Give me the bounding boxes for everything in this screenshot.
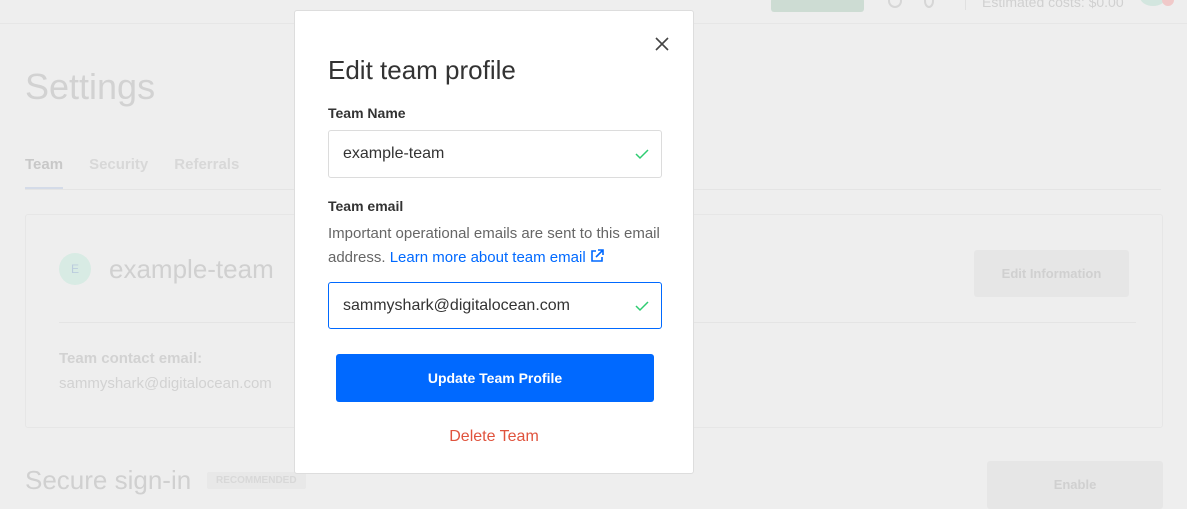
team-email-label: Team email [328,198,404,214]
estimated-costs: Estimated costs: $0.00 [982,0,1124,10]
tab-referrals[interactable]: Referrals [174,156,239,189]
create-button[interactable] [771,0,864,12]
team-name-label: Team Name [328,105,406,121]
team-email-input[interactable]: sammyshark@digitalocean.com [328,282,662,329]
divider [965,0,966,10]
team-name: example-team [109,254,274,284]
team-name-input[interactable]: example-team [328,130,662,178]
check-icon [635,149,649,160]
check-icon [635,301,649,312]
update-team-profile-button[interactable]: Update Team Profile [336,354,654,402]
team-avatar: E [59,253,91,285]
learn-more-link[interactable]: Learn more about team email [390,249,604,266]
contact-email-value: sammyshark@digitalocean.com [59,375,272,392]
tab-team[interactable]: Team [25,156,64,189]
help-icon[interactable] [888,0,902,8]
edit-team-profile-modal: Edit team profile Team Name example-team… [294,10,694,474]
settings-tabs: Team Security Referrals [25,156,239,189]
close-icon[interactable] [653,35,671,53]
modal-title: Edit team profile [328,55,516,85]
notification-icon[interactable] [924,0,934,8]
recommended-badge: RECOMMENDED [207,472,306,489]
team-email-value: sammyshark@digitalocean.com [343,297,570,314]
notification-dot [1162,0,1174,6]
team-name-value: example-team [343,145,445,162]
tab-security[interactable]: Security [89,156,148,189]
secure-signin-title: Secure sign-in [25,465,192,495]
team-email-help: Important operational emails are sent to… [328,222,673,270]
enable-button[interactable]: Enable [987,461,1163,509]
page-title: Settings [25,66,156,107]
delete-team-link[interactable]: Delete Team [295,428,693,446]
edit-information-button[interactable]: Edit Information [974,250,1129,297]
external-link-icon [591,249,604,262]
contact-email-label: Team contact email: [59,350,203,367]
